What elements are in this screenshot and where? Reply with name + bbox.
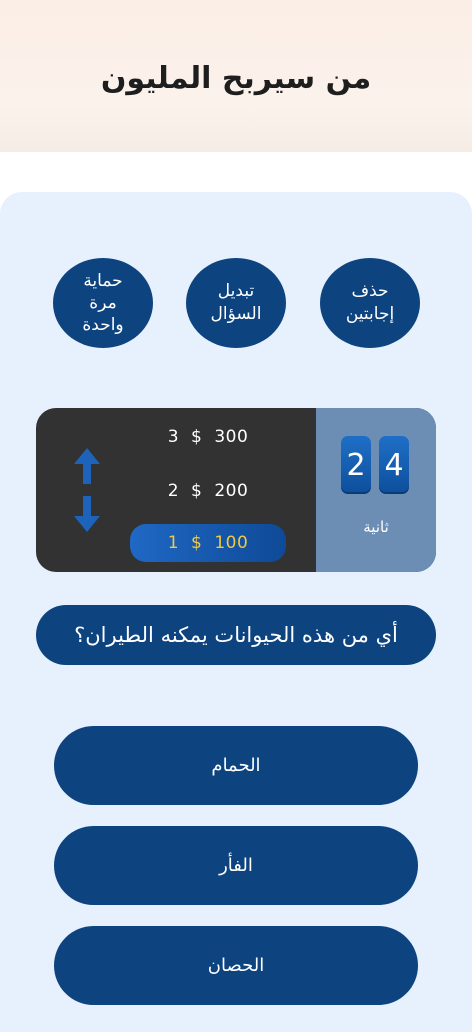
lifeline-label: حذف إجابتين [345,281,395,324]
question-text: أي من هذه الحيوانات يمكنه الطيران؟ [74,623,398,647]
prize-ladder-panel: 2 4 ثانية 3 $ 300 2 $ 200 1 $ 100 [36,408,436,572]
lifeline-protection-button[interactable]: حماية مرة واحدة [53,258,153,348]
timer-digit-ones: 4 [379,436,409,494]
answer-label: الفأر [219,855,253,876]
prize-level: 2 [167,481,180,501]
prize-amount: 100 [214,533,249,553]
timer-unit-label: ثانية [363,518,389,536]
timer-panel: 2 4 ثانية [316,408,436,572]
answer-button[interactable]: الحمام [54,726,418,805]
prize-currency: $ [191,427,203,447]
arrow-down-icon[interactable] [74,496,100,532]
arrow-up-icon[interactable] [74,448,100,484]
prize-row: 3 $ 300 [130,422,286,452]
prize-currency: $ [191,481,203,501]
prize-amount: 300 [214,427,249,447]
timer-digit-tens: 2 [341,436,371,494]
prize-row: 2 $ 200 [130,476,286,506]
header: من سيربح المليون [0,0,472,152]
prize-level: 3 [167,427,180,447]
prize-level: 1 [167,533,180,553]
answer-button[interactable]: الحصان [54,926,418,1005]
lifeline-label: تبديل السؤال [210,281,262,324]
answer-label: الحمام [211,755,261,776]
question-box: أي من هذه الحيوانات يمكنه الطيران؟ [36,605,436,665]
prize-currency: $ [191,533,203,553]
page-title: من سيربح المليون [100,60,372,96]
prize-row-current: 1 $ 100 [130,524,286,562]
lifeline-label: حماية مرة واحدة [82,271,124,335]
lifeline-fifty-fifty-button[interactable]: حذف إجابتين [320,258,420,348]
answer-label: الحصان [207,955,265,976]
answer-button[interactable]: الفأر [54,826,418,905]
prize-amount: 200 [214,481,249,501]
lifeline-swap-question-button[interactable]: تبديل السؤال [186,258,286,348]
